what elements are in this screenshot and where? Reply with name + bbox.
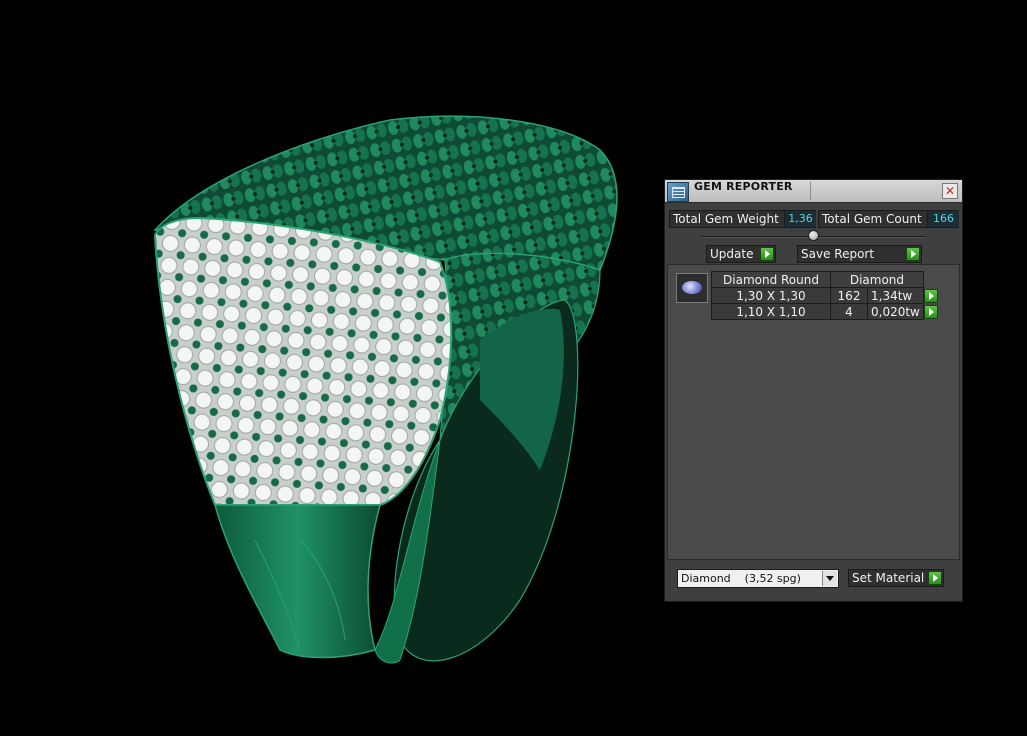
gem-list[interactable]: Diamond Round Diamond 1,30 X 1,30 162 1,…	[667, 264, 960, 560]
panel-title: GEM REPORTER	[694, 180, 793, 193]
chevron-down-icon[interactable]	[822, 571, 837, 586]
round-diamond-icon[interactable]	[676, 273, 708, 303]
title-tab-separator	[810, 182, 811, 200]
row-select-button[interactable]	[923, 288, 938, 304]
close-icon[interactable]: ✕	[942, 183, 958, 199]
gem-weight: 1,34tw	[867, 287, 924, 304]
total-gem-weight-value: 1,36	[784, 211, 816, 227]
gem-count: 4	[830, 303, 868, 320]
play-arrow-icon	[928, 571, 942, 585]
gem-reporter-app-icon	[667, 182, 689, 202]
3d-viewport[interactable]	[0, 0, 660, 736]
gem-table-header: Diamond Round Diamond	[711, 271, 939, 288]
gem-size: 1,30 X 1,30	[711, 287, 831, 304]
gem-count: 162	[830, 287, 868, 304]
set-material-button[interactable]: Set Material	[848, 569, 944, 587]
total-gem-weight-label: Total Gem Weight	[673, 212, 779, 226]
total-gem-weight-field: Total Gem Weight 1,36	[669, 210, 816, 228]
play-arrow-icon	[923, 288, 938, 303]
splitter-handle[interactable]	[808, 230, 819, 241]
material-select[interactable]: Diamond (3,52 spg)	[677, 569, 839, 588]
gem-table: Diamond Round Diamond 1,30 X 1,30 162 1,…	[711, 271, 939, 320]
gem-reporter-panel: GEM REPORTER ✕ Total Gem Weight 1,36 Tot…	[664, 179, 963, 602]
table-row[interactable]: 1,10 X 1,10 4 0,020tw	[711, 303, 939, 320]
play-arrow-icon	[906, 247, 920, 261]
column-header-material: Diamond	[830, 271, 924, 288]
total-gem-count-value: 166	[927, 211, 959, 227]
total-gem-count-label: Total Gem Count	[822, 212, 922, 226]
material-bar: Diamond (3,52 spg) Set Material	[665, 563, 962, 601]
gem-weight: 0,020tw	[867, 303, 924, 320]
play-arrow-icon	[923, 304, 938, 319]
panel-titlebar[interactable]: GEM REPORTER ✕	[665, 180, 962, 203]
save-report-button[interactable]: Save Report	[797, 245, 922, 263]
gem-size: 1,10 X 1,10	[711, 303, 831, 320]
update-button-label: Update	[710, 247, 754, 261]
update-button[interactable]: Update	[706, 245, 776, 263]
play-arrow-icon	[760, 247, 774, 261]
total-gem-count-field: Total Gem Count 166	[818, 210, 959, 228]
header-spacer	[923, 272, 938, 288]
row-select-button[interactable]	[923, 304, 938, 320]
material-select-value: Diamond (3,52 spg)	[681, 572, 801, 585]
column-header-shape: Diamond Round	[711, 271, 831, 288]
save-report-button-label: Save Report	[801, 247, 875, 261]
set-material-button-label: Set Material	[852, 571, 925, 585]
table-row[interactable]: 1,30 X 1,30 162 1,34tw	[711, 287, 939, 304]
